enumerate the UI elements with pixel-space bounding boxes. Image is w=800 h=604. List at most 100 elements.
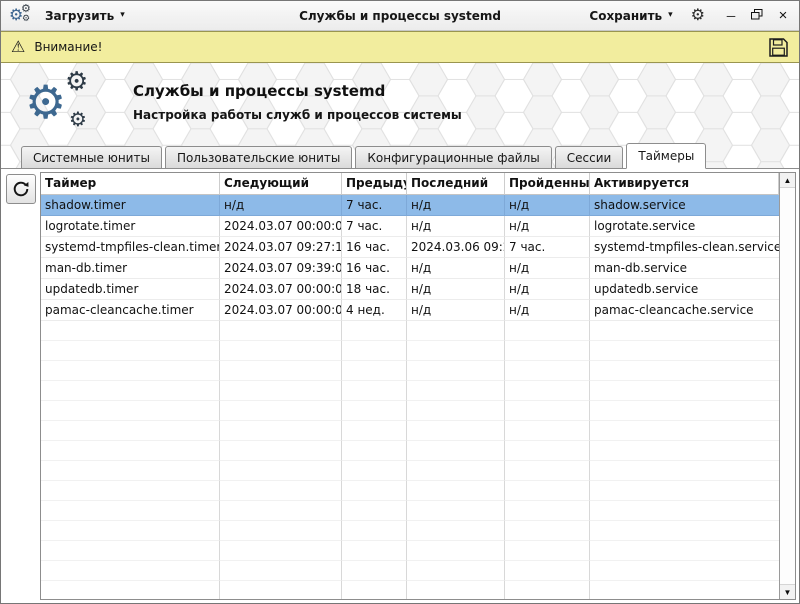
cell bbox=[220, 581, 342, 599]
cell bbox=[41, 501, 220, 521]
column-header[interactable]: Предыдущий bbox=[342, 173, 407, 195]
cell bbox=[407, 421, 505, 441]
empty-row bbox=[41, 461, 779, 481]
load-button[interactable]: Загрузить ▾ bbox=[39, 5, 131, 27]
table-row[interactable]: updatedb.timer2024.03.07 00:00:0018 час.… bbox=[41, 279, 779, 300]
cell: 2024.03.07 09:39:00 bbox=[220, 258, 342, 279]
cell bbox=[41, 441, 220, 461]
cell: 18 час. bbox=[342, 279, 407, 300]
app-gears-icon: ⚙ ⚙ ⚙ bbox=[9, 4, 33, 28]
cell: 2024.03.06 09:27:19 bbox=[407, 237, 505, 258]
cell bbox=[590, 461, 779, 481]
column-header[interactable]: Последний bbox=[407, 173, 505, 195]
cell bbox=[505, 481, 590, 501]
cell bbox=[590, 481, 779, 501]
cell: н/д bbox=[505, 195, 590, 216]
cell: pamac-cleancache.timer bbox=[41, 300, 220, 321]
cell: н/д bbox=[505, 300, 590, 321]
cell bbox=[41, 321, 220, 341]
save-changes-button[interactable] bbox=[768, 37, 789, 58]
scroll-down-button[interactable]: ▼ bbox=[780, 584, 795, 599]
cell: shadow.service bbox=[590, 195, 779, 216]
cell bbox=[407, 501, 505, 521]
cell bbox=[590, 421, 779, 441]
cell bbox=[505, 581, 590, 599]
cell bbox=[41, 581, 220, 599]
cell bbox=[41, 401, 220, 421]
vertical-scrollbar[interactable]: ▲ ▼ bbox=[779, 173, 795, 599]
chevron-down-icon: ▾ bbox=[120, 11, 125, 20]
cell bbox=[407, 481, 505, 501]
cell: updatedb.timer bbox=[41, 279, 220, 300]
cell: 2024.03.07 00:00:00 bbox=[220, 300, 342, 321]
cell bbox=[407, 401, 505, 421]
cell bbox=[220, 321, 342, 341]
tab-system-units[interactable]: Системные юниты bbox=[21, 146, 162, 168]
close-button[interactable]: × bbox=[775, 8, 791, 23]
refresh-button[interactable] bbox=[6, 174, 36, 204]
table-row[interactable]: logrotate.timer2024.03.07 00:00:007 час.… bbox=[41, 216, 779, 237]
load-button-label: Загрузить bbox=[45, 9, 114, 23]
save-button[interactable]: Сохранить ▾ bbox=[583, 5, 678, 27]
cell bbox=[505, 521, 590, 541]
cell: н/д bbox=[407, 195, 505, 216]
tab-config-files[interactable]: Конфигурационные файлы bbox=[355, 146, 551, 168]
cell bbox=[220, 541, 342, 561]
empty-row bbox=[41, 521, 779, 541]
table-row[interactable]: pamac-cleancache.timer2024.03.07 00:00:0… bbox=[41, 300, 779, 321]
cell: н/д bbox=[407, 258, 505, 279]
tab-timers[interactable]: Таймеры bbox=[626, 143, 706, 169]
settings-button[interactable]: ⚙ bbox=[691, 8, 705, 24]
cell: н/д bbox=[505, 279, 590, 300]
cell bbox=[407, 541, 505, 561]
scroll-up-button[interactable]: ▲ bbox=[780, 173, 795, 188]
cell: man-db.timer bbox=[41, 258, 220, 279]
gear-icon: ⚙ bbox=[69, 109, 87, 129]
gear-icon: ⚙ bbox=[21, 3, 31, 14]
chevron-down-icon: ▾ bbox=[668, 11, 673, 20]
minimize-button[interactable]: ─ bbox=[723, 10, 739, 22]
cell bbox=[505, 421, 590, 441]
cell bbox=[342, 581, 407, 599]
cell: updatedb.service bbox=[590, 279, 779, 300]
column-header[interactable]: Следующий bbox=[220, 173, 342, 195]
cell: 2024.03.07 09:27:19 bbox=[220, 237, 342, 258]
cell bbox=[505, 461, 590, 481]
tab-user-units[interactable]: Пользовательские юниты bbox=[165, 146, 352, 168]
cell: н/д bbox=[505, 216, 590, 237]
cell bbox=[342, 361, 407, 381]
cell bbox=[505, 361, 590, 381]
cell: man-db.service bbox=[590, 258, 779, 279]
cell bbox=[407, 361, 505, 381]
column-header[interactable]: Пройденный bbox=[505, 173, 590, 195]
gear-icon: ⚙ bbox=[25, 79, 66, 125]
table-row[interactable]: systemd-tmpfiles-clean.timer2024.03.07 0… bbox=[41, 237, 779, 258]
cell: 2024.03.07 00:00:00 bbox=[220, 216, 342, 237]
column-header[interactable]: Таймер bbox=[41, 173, 220, 195]
cell bbox=[41, 381, 220, 401]
empty-row bbox=[41, 361, 779, 381]
table-row[interactable]: shadow.timerн/д7 час.н/дн/дshadow.servic… bbox=[41, 195, 779, 216]
cell bbox=[342, 441, 407, 461]
empty-row bbox=[41, 561, 779, 581]
cell: 16 час. bbox=[342, 237, 407, 258]
cell: н/д bbox=[505, 258, 590, 279]
tab-sessions[interactable]: Сессии bbox=[555, 146, 624, 168]
cell bbox=[342, 421, 407, 441]
gear-icon: ⚙ bbox=[22, 15, 30, 24]
cell bbox=[590, 401, 779, 421]
warning-icon: ⚠ bbox=[11, 39, 25, 55]
maximize-button[interactable] bbox=[749, 9, 765, 22]
scrollbar-trough[interactable] bbox=[780, 188, 795, 584]
table-row[interactable]: man-db.timer2024.03.07 09:39:0016 час.н/… bbox=[41, 258, 779, 279]
cell bbox=[505, 541, 590, 561]
cell: н/д bbox=[220, 195, 342, 216]
page-title: Службы и процессы systemd bbox=[133, 82, 462, 100]
column-header[interactable]: Активируется bbox=[590, 173, 779, 195]
cell bbox=[342, 461, 407, 481]
cell: systemd-tmpfiles-clean.service bbox=[590, 237, 779, 258]
cell bbox=[220, 481, 342, 501]
cell bbox=[590, 521, 779, 541]
banner-content: ⚙ ⚙ ⚙ Службы и процессы systemd Настройк… bbox=[1, 63, 799, 141]
cell: logrotate.timer bbox=[41, 216, 220, 237]
